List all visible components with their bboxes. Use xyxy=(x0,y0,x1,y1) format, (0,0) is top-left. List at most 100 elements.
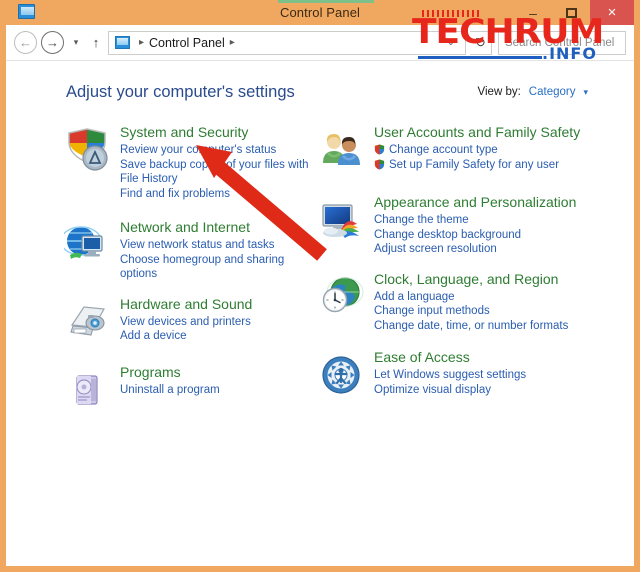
category-task-link[interactable]: View network status and tasks xyxy=(120,238,314,253)
category-task-link[interactable]: Set up Family Safety for any user xyxy=(374,158,614,173)
left-category-column: System and Security Review your computer'… xyxy=(60,124,314,432)
maximize-icon xyxy=(565,7,577,18)
category-body: Programs Uninstall a program xyxy=(120,364,314,418)
user-accounts-icon[interactable] xyxy=(318,124,374,178)
category-network-and-internet: Network and Internet View network status … xyxy=(60,219,314,282)
recent-locations-button[interactable]: ▾ xyxy=(68,37,84,48)
category-title-link[interactable]: Clock, Language, and Region xyxy=(374,271,614,288)
back-button[interactable]: ← xyxy=(14,31,37,54)
category-links: View devices and printers Add a device xyxy=(120,314,314,344)
category-ease-of-access: Ease of Access Let Windows suggest settin… xyxy=(318,349,614,403)
ease-of-access-icon[interactable] xyxy=(318,349,374,403)
appearance-icon[interactable] xyxy=(318,194,374,257)
category-body: System and Security Review your computer'… xyxy=(120,124,314,201)
category-task-link[interactable]: Change date, time, or number formats xyxy=(374,319,614,334)
close-button[interactable]: × xyxy=(590,0,634,25)
category-task-link[interactable]: Add a device xyxy=(120,329,314,344)
category-body: Hardware and Sound View devices and print… xyxy=(120,296,314,350)
category-clock-language-region: Clock, Language, and Region Add a languag… xyxy=(318,271,614,334)
breadcrumb-control-panel-icon xyxy=(115,36,130,49)
forward-arrow-icon: → xyxy=(46,35,59,50)
category-programs: Programs Uninstall a program xyxy=(64,364,314,418)
category-title-link[interactable]: Network and Internet xyxy=(120,219,314,236)
breadcrumb-separator-icon-2[interactable]: ▸ xyxy=(230,37,235,48)
category-body: Network and Internet View network status … xyxy=(120,219,314,282)
system-and-security-icon[interactable] xyxy=(64,124,120,201)
category-title-link[interactable]: System and Security xyxy=(120,124,314,141)
category-task-link[interactable]: Choose homegroup and sharing options xyxy=(120,253,314,282)
category-task-link[interactable]: Find and fix problems xyxy=(120,187,314,202)
category-links: Let Windows suggest settings Optimize vis… xyxy=(374,367,614,397)
category-links: Change the theme Change desktop backgroun… xyxy=(374,212,614,257)
content-area: Adjust your computer's settings View by:… xyxy=(6,61,634,560)
view-by-value[interactable]: Category xyxy=(529,86,576,98)
hardware-and-sound-icon[interactable] xyxy=(64,296,120,350)
control-panel-window: Control Panel – × ← → ▾ ↑ ▸ Control Pane… xyxy=(0,0,640,572)
category-appearance: Appearance and Personalization Change the… xyxy=(318,194,614,257)
category-links: View network status and tasks Choose home… xyxy=(120,237,314,282)
category-task-link[interactable]: Review your computer's status xyxy=(120,143,314,158)
minimize-icon: – xyxy=(529,4,537,21)
up-button[interactable]: ↑ xyxy=(88,35,104,50)
breadcrumb-dropdown-icon[interactable]: ⌄ xyxy=(441,37,461,48)
refresh-icon: ↻ xyxy=(475,34,486,50)
forward-button[interactable]: → xyxy=(41,31,64,54)
maximize-button[interactable] xyxy=(552,0,590,25)
chevron-down-icon: ▾ xyxy=(73,37,79,47)
category-links: Review your computer's status Save backup… xyxy=(120,142,314,201)
breadcrumb[interactable]: ▸ Control Panel ▸ ⌄ xyxy=(108,30,466,55)
uac-shield-icon xyxy=(374,144,385,155)
back-arrow-icon: ← xyxy=(19,35,32,50)
category-columns: System and Security Review your computer'… xyxy=(6,102,634,432)
breadcrumb-item-control-panel[interactable]: Control Panel xyxy=(149,36,225,50)
search-input[interactable]: Search Control Panel xyxy=(498,30,626,55)
control-panel-icon xyxy=(18,4,35,19)
category-title-link[interactable]: Appearance and Personalization xyxy=(374,194,614,211)
clock-language-region-icon[interactable] xyxy=(318,271,374,334)
category-task-link[interactable]: Change the theme xyxy=(374,213,614,228)
breadcrumb-separator-icon: ▸ xyxy=(139,37,145,48)
category-body: User Accounts and Family Safety Change a… xyxy=(374,124,614,178)
chevron-down-icon[interactable]: ▾ xyxy=(583,87,588,98)
category-title-link[interactable]: Hardware and Sound xyxy=(120,296,314,313)
minimize-button[interactable]: – xyxy=(514,0,552,25)
category-task-link[interactable]: Optimize visual display xyxy=(374,383,614,398)
view-by-label: View by: xyxy=(477,86,521,98)
category-body: Appearance and Personalization Change the… xyxy=(374,194,614,257)
category-system-and-security: System and Security Review your computer'… xyxy=(64,124,314,201)
category-title-link[interactable]: Programs xyxy=(120,364,314,381)
view-by-control: View by: Category ▾ xyxy=(478,86,588,98)
category-user-accounts: User Accounts and Family Safety Change a… xyxy=(318,124,614,178)
category-task-link[interactable]: View devices and printers xyxy=(120,315,314,330)
address-bar: ← → ▾ ↑ ▸ Control Panel ▸ ⌄ ↻ Search Con… xyxy=(6,25,634,61)
programs-icon[interactable] xyxy=(64,364,120,418)
category-title-link[interactable]: User Accounts and Family Safety xyxy=(374,124,614,141)
network-and-internet-icon[interactable] xyxy=(60,219,120,282)
category-hardware-and-sound: Hardware and Sound View devices and print… xyxy=(64,296,314,350)
category-links: Uninstall a program xyxy=(120,382,314,398)
category-links: Add a language Change input methods Change… xyxy=(374,289,614,334)
category-task-link[interactable]: Save backup copies of your files with Fi… xyxy=(120,158,314,187)
category-task-link[interactable]: Add a language xyxy=(374,290,614,305)
title-bar: Control Panel – × xyxy=(6,0,634,25)
search-placeholder: Search Control Panel xyxy=(505,36,615,49)
category-title-link[interactable]: Ease of Access xyxy=(374,349,614,366)
uac-shield-icon xyxy=(374,159,385,169)
caption-buttons: – × xyxy=(514,0,634,25)
category-task-link[interactable]: Change input methods xyxy=(374,304,614,319)
category-task-link[interactable]: Adjust screen resolution xyxy=(374,242,614,257)
close-icon: × xyxy=(607,4,617,21)
category-task-link[interactable]: Change account type xyxy=(374,143,614,158)
title-accent-stripe xyxy=(278,0,374,3)
category-task-link[interactable]: Let Windows suggest settings xyxy=(374,368,614,383)
task-link-label: Change account type xyxy=(389,144,498,156)
category-body: Clock, Language, and Region Add a languag… xyxy=(374,271,614,334)
category-links: Change account type Set up Family Safety… xyxy=(374,142,614,172)
refresh-button[interactable]: ↻ xyxy=(470,30,492,55)
task-link-label: Set up Family Safety for any user xyxy=(389,158,560,171)
arrow-up-icon: ↑ xyxy=(92,35,100,50)
category-task-link[interactable]: Change desktop background xyxy=(374,228,614,243)
right-category-column: User Accounts and Family Safety Change a… xyxy=(314,124,614,432)
category-body: Ease of Access Let Windows suggest settin… xyxy=(374,349,614,403)
category-task-link[interactable]: Uninstall a program xyxy=(120,383,314,398)
